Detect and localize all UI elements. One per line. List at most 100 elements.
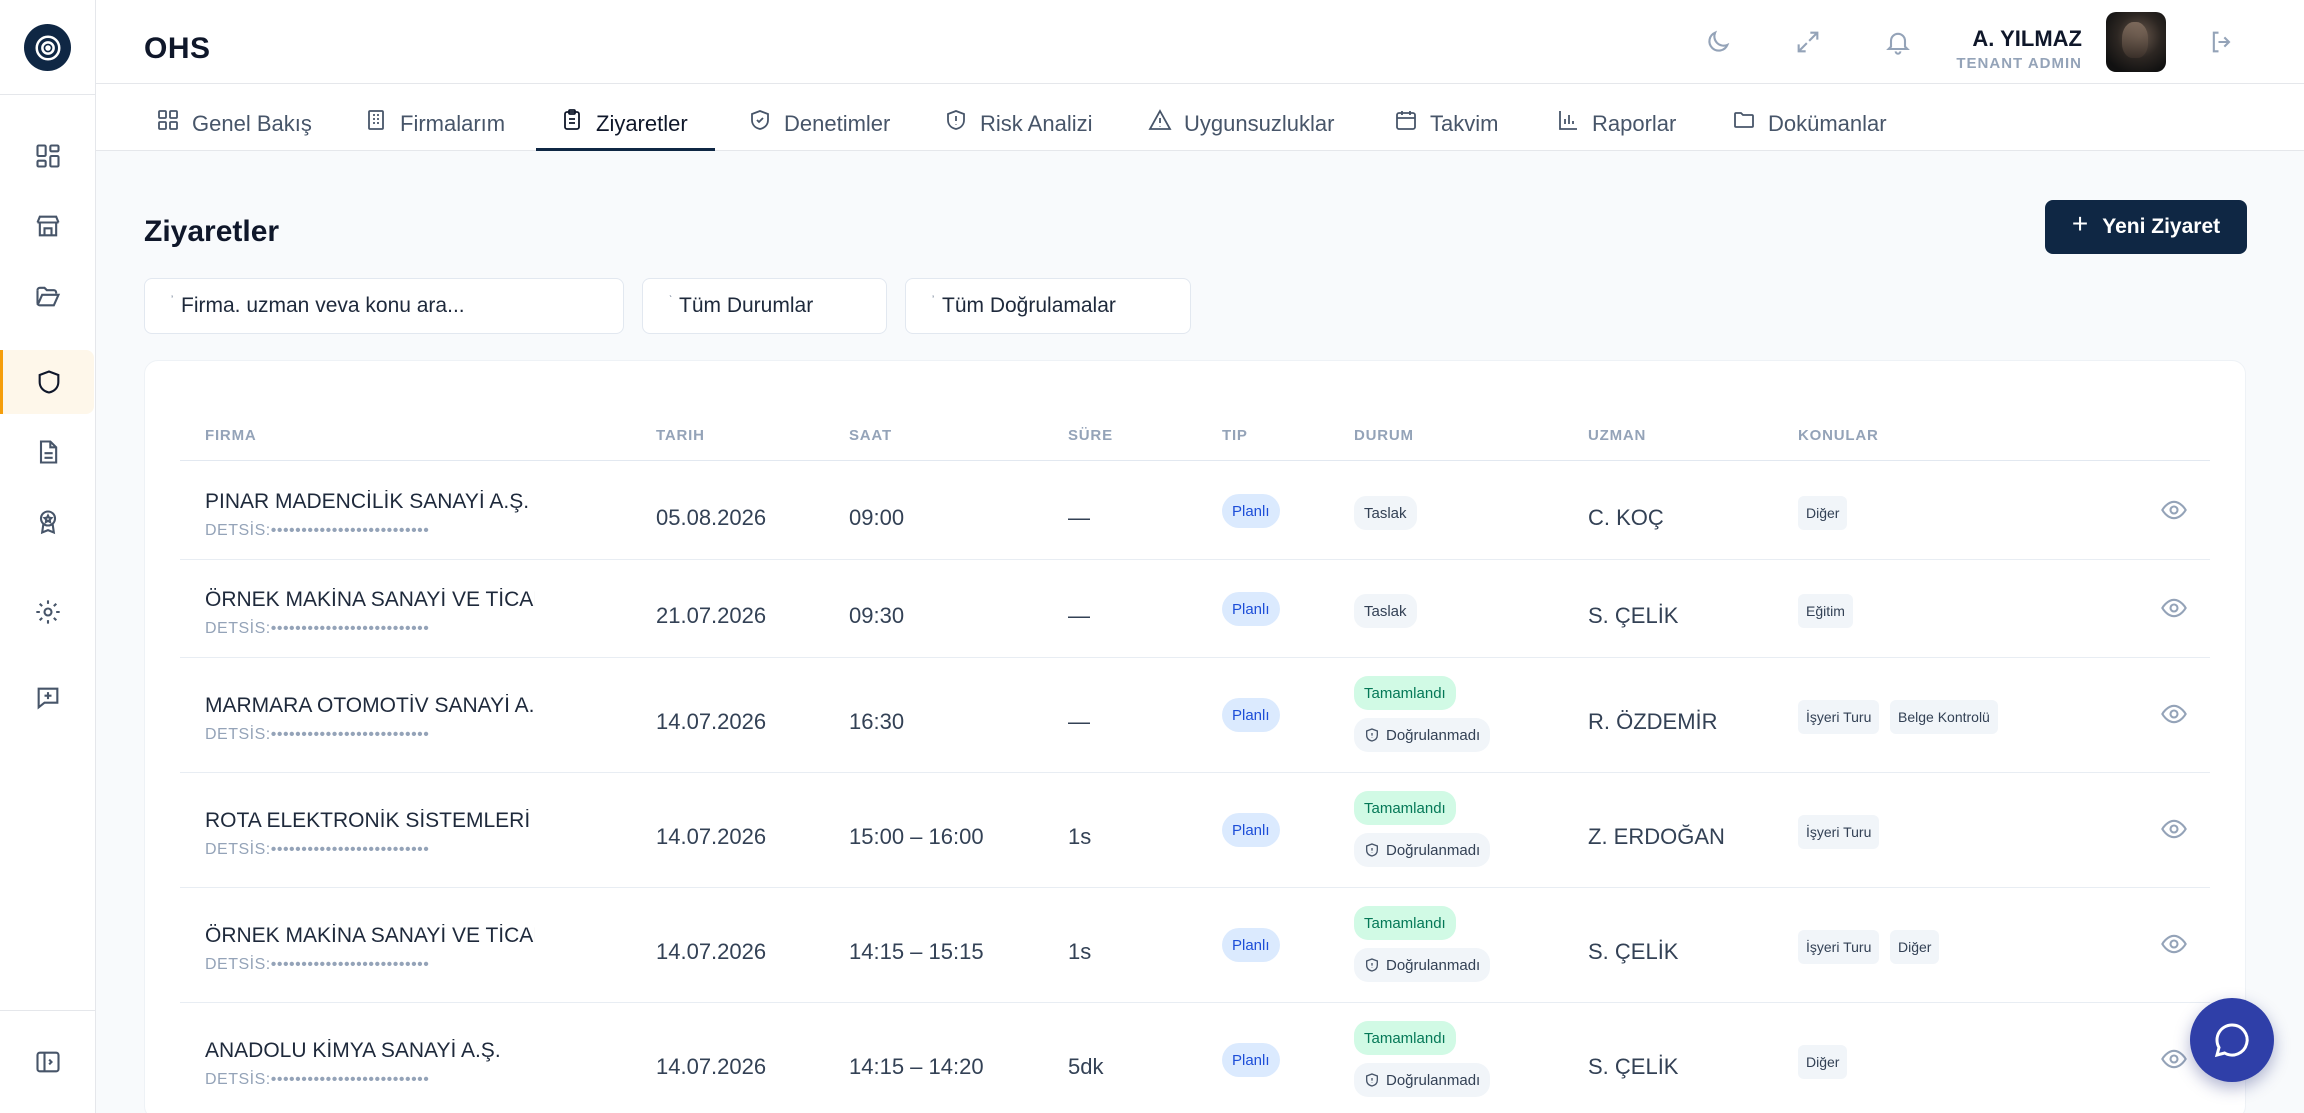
view-eye-icon[interactable] <box>2160 1045 2188 1073</box>
tab-risk-analizi[interactable]: Risk Analizi <box>944 84 1092 151</box>
column-header-durum[interactable]: DURUM <box>1354 427 1414 444</box>
bell-icon[interactable] <box>1882 26 1914 58</box>
row-sure: — <box>1068 709 1090 734</box>
row-firma[interactable]: ROTA ELEKTRONİK SİSTEMLERİ LTD. <box>205 809 535 833</box>
row-firma[interactable]: PINAR MADENCİLİK SANAYİ A.Ş. <box>205 490 535 514</box>
app-logo-icon[interactable] <box>24 24 71 71</box>
column-header-tarih[interactable]: TARIH <box>656 427 705 444</box>
row-firma[interactable]: ÖRNEK MAKİNA SANAYİ VE TİCARET <box>205 924 535 948</box>
rail-dashboard-icon[interactable] <box>0 124 96 188</box>
rail-award-icon[interactable] <box>0 490 96 554</box>
tab-label: Firmalarım <box>400 110 506 136</box>
page-title: Ziyaretler <box>144 215 280 248</box>
rail-settings-icon[interactable] <box>0 580 96 644</box>
status-filter-select[interactable]: ˋ Tüm Durumlar <box>642 278 887 334</box>
status-badge: Tamamlandı <box>1354 906 1456 940</box>
new-visit-button[interactable]: + Yeni Ziyaret <box>2045 200 2247 254</box>
tab-bar: Genel Bakış Firmalarım Ziyaretler Deneti… <box>96 84 2304 151</box>
search-input[interactable]: ʼ Firma. uzman veva konu ara... <box>144 278 624 334</box>
topic-tag: Belge Kontrolü <box>1890 700 1998 734</box>
verification-badge: Doğrulanmadı <box>1354 948 1491 982</box>
tab-takvim[interactable]: Takvim <box>1394 84 1498 151</box>
plus-icon: + <box>2071 208 2089 239</box>
row-firma[interactable]: ÖRNEK MAKİNA SANAYİ VE TİCARET <box>205 588 535 612</box>
rail-store-icon[interactable] <box>0 194 96 258</box>
column-header-konular[interactable]: KONULAR <box>1798 427 1879 444</box>
tab-denetimler[interactable]: Denetimler <box>748 84 890 151</box>
user-role: TENANT ADMIN <box>1956 55 2082 72</box>
row-sure: 1s <box>1068 824 1092 849</box>
chat-button[interactable] <box>2190 998 2274 1082</box>
verification-badge: Doğrulanmadı <box>1354 718 1491 752</box>
row-detsis: DETSİS:•••••••••••••••••••••••••• <box>205 841 430 858</box>
row-uzman: C. KOÇ <box>1588 505 1664 530</box>
tab-label: Takvim <box>1430 110 1499 136</box>
row-tarih: 21.07.2026 <box>656 603 767 628</box>
tab-raporlar[interactable]: Raporlar <box>1556 84 1676 151</box>
row-detsis: DETSİS:•••••••••••••••••••••••••• <box>205 1071 430 1088</box>
logout-icon[interactable] <box>2206 26 2238 58</box>
verification-filter-select[interactable]: ʼ Tüm Doğrulamalar <box>905 278 1191 334</box>
row-detsis: DETSİS:•••••••••••••••••••••••••• <box>205 522 430 539</box>
tab-ziyaretler[interactable]: Ziyaretler <box>560 84 688 151</box>
view-eye-icon[interactable] <box>2160 930 2188 958</box>
shield-icon <box>1366 958 1378 972</box>
user-name: A. YILMAZ <box>1972 26 2082 51</box>
warning-icon <box>1148 108 1172 130</box>
verification-filter-value: Tüm Doğrulamalar <box>942 294 1116 317</box>
moon-icon[interactable] <box>1702 26 1734 58</box>
row-sure: — <box>1068 505 1090 530</box>
column-header-saat[interactable]: SAAT <box>849 427 892 444</box>
brand-title[interactable]: OHS <box>144 32 211 66</box>
column-header-tip[interactable]: TIP <box>1222 427 1248 444</box>
avatar[interactable] <box>2106 12 2166 72</box>
row-tarih: 14.07.2026 <box>656 1054 767 1079</box>
tab-label: Raporlar <box>1592 110 1677 136</box>
topic-tag: İşyeri Turu <box>1798 700 1880 734</box>
rail-shield-icon[interactable] <box>0 350 94 414</box>
status-filter-value: Tüm Durumlar <box>679 294 814 317</box>
calendar-icon <box>1396 110 1416 130</box>
tab-genel-bakis[interactable]: Genel Bakış <box>156 84 312 151</box>
topic-tag: Eğitim <box>1798 594 1853 628</box>
tab-label: Uygunsuzluklar <box>1184 110 1335 136</box>
table-header-divider <box>180 460 2210 461</box>
column-header-uzman[interactable]: UZMAN <box>1588 427 1646 444</box>
row-divider <box>180 887 2210 888</box>
row-firma[interactable]: MARMARA OTOMOTİV SANAYİ A.Ş. <box>205 694 535 718</box>
row-firma[interactable]: ANADOLU KİMYA SANAYİ A.Ş. <box>205 1039 535 1063</box>
search-icon: ʼ <box>171 295 174 306</box>
topic-tag: Diğer <box>1798 1045 1848 1079</box>
status-badge: Tamamlandı <box>1354 791 1456 825</box>
fullscreen-icon[interactable] <box>1792 26 1824 58</box>
tab-label: Genel Bakış <box>192 110 312 136</box>
row-saat: 14:15 – 15:15 <box>849 939 984 964</box>
type-badge: Planlı <box>1222 592 1280 626</box>
verification-label: Doğrulanmadı <box>1386 726 1481 744</box>
row-divider <box>180 657 2210 658</box>
shield-check-icon <box>751 109 769 130</box>
type-badge: Planlı <box>1222 813 1280 847</box>
view-eye-icon[interactable] <box>2160 496 2188 524</box>
rail-message-plus-icon[interactable] <box>0 666 96 730</box>
verify-icon: ʼ <box>932 295 935 306</box>
rail-folder-open-icon[interactable] <box>0 264 96 328</box>
column-header-sure[interactable]: SÜRE <box>1068 427 1113 444</box>
sidebar-toggle-icon[interactable] <box>0 1030 96 1094</box>
rail-divider-bottom <box>0 1010 96 1011</box>
tab-firmalarim[interactable]: Firmalarım <box>364 84 505 151</box>
view-eye-icon[interactable] <box>2160 815 2188 843</box>
row-uzman: Z. ERDOĞAN <box>1588 824 1725 849</box>
dashboard-icon <box>158 109 178 130</box>
column-header-firma[interactable]: FIRMA <box>205 427 257 444</box>
tab-uygunsuzluklar[interactable]: Uygunsuzluklar <box>1148 84 1334 151</box>
status-badge: Tamamlandı <box>1354 676 1456 710</box>
rail-document-icon[interactable] <box>0 420 96 484</box>
row-tarih: 14.07.2026 <box>656 709 767 734</box>
folder-icon <box>1734 111 1754 128</box>
status-badge: Taslak <box>1354 594 1417 628</box>
view-eye-icon[interactable] <box>2160 700 2188 728</box>
tab-dokumanlar[interactable]: Dokümanlar <box>1732 84 1887 151</box>
row-tarih: 14.07.2026 <box>656 939 767 964</box>
view-eye-icon[interactable] <box>2160 594 2188 622</box>
